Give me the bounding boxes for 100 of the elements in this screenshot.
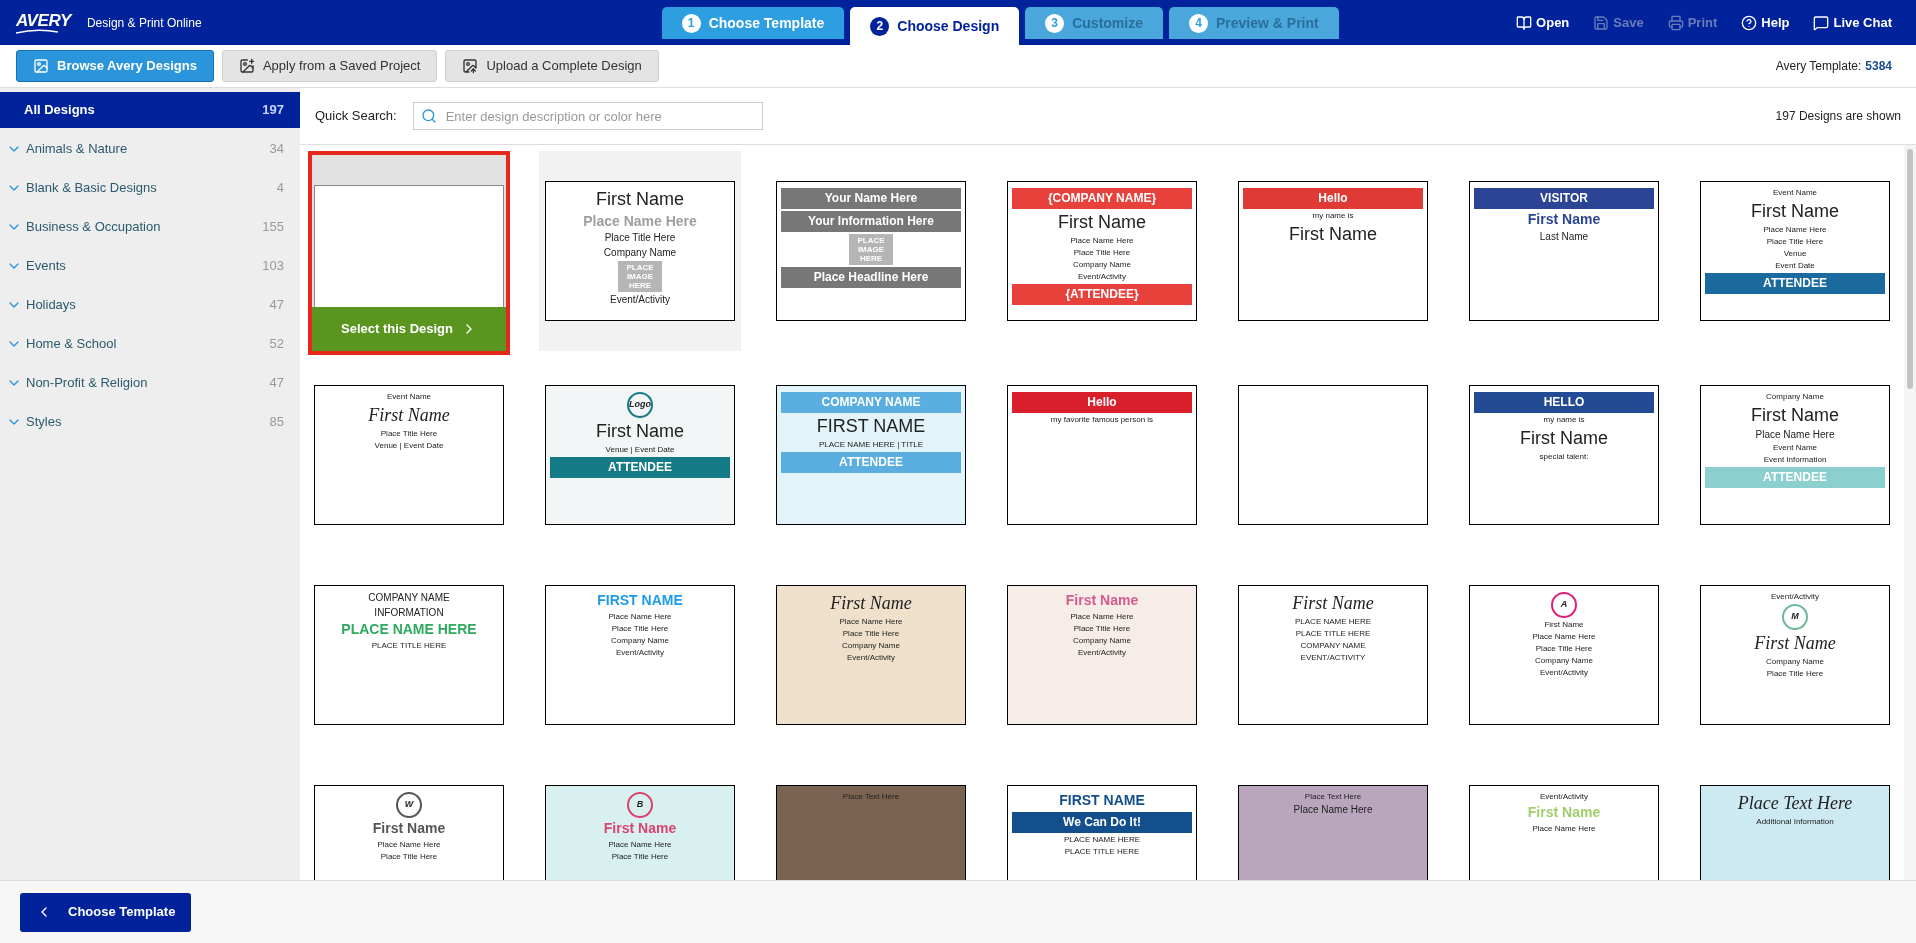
- label-banner: Your Information Here: [781, 211, 961, 232]
- label-banner: Place Headline Here: [781, 267, 961, 288]
- back-button[interactable]: Choose Template: [20, 892, 192, 932]
- toolbar-action[interactable]: Open: [1516, 12, 1570, 33]
- search-label: Quick Search:: [315, 107, 397, 126]
- design-thumbnail[interactable]: B First Name Place Name Here Place Title Here: [545, 785, 735, 880]
- design-thumbnail[interactable]: COMPANY NAME INFORMATION PLACE NAME HERE PLACE TITLE HERE: [314, 585, 504, 725]
- label-banner: {COMPANY NAME}: [1012, 188, 1192, 209]
- label-text: Place Title Here: [1766, 236, 1824, 247]
- label-text: FIRST NAME: [1059, 792, 1145, 810]
- label-text: Event Name: [387, 392, 431, 402]
- category-item[interactable]: Events 103: [0, 248, 300, 284]
- label-text: First Name: [1520, 427, 1608, 450]
- design-thumbnail[interactable]: Event Name First Name Place Name Here Place Title Here Venue Event Date ATTENDEE: [1700, 181, 1890, 321]
- label-text: Place Name Here: [1293, 804, 1373, 817]
- category-item[interactable]: All Designs 197: [0, 92, 300, 128]
- label-text: First Name: [1751, 404, 1839, 427]
- design-thumbnail[interactable]: Company Name First Name Place Name Here Event Name Event Information ATTENDEE: [1700, 385, 1890, 525]
- image-icon: [462, 58, 479, 74]
- design-thumbnail[interactable]: First Name Place Name Here Place Title Here Company Name PLACE IMAGE HERE Event/Activity: [545, 181, 735, 321]
- image-icon: [33, 58, 49, 74]
- category-item[interactable]: Blank & Basic Designs 4: [0, 170, 300, 206]
- category-item[interactable]: Home & School 52: [0, 326, 300, 362]
- label-text: First Name: [830, 592, 912, 615]
- label-text: Place Title Here: [1073, 623, 1131, 634]
- label-text: INFORMATION: [374, 606, 444, 619]
- label-text: Place Name Here: [1532, 823, 1596, 834]
- design-thumbnail[interactable]: Event Name First Name Place Title Here Venue | Event Date: [314, 385, 504, 525]
- toolbar-button[interactable]: Upload a Complete Design: [445, 50, 659, 82]
- label-text: Place Name Here: [1532, 632, 1596, 642]
- label-text: Venue | Event Date: [374, 440, 444, 451]
- step-tab[interactable]: 2 Choose Design: [850, 7, 1020, 45]
- design-thumbnail[interactable]: Logo First Name Venue | Event Date ATTENDEE: [545, 385, 735, 525]
- design-thumbnail[interactable]: HELLO my name is First Name special talent:: [1469, 385, 1659, 525]
- label-text: PLACE TITLE HERE: [1064, 846, 1140, 857]
- category-item[interactable]: Holidays 47: [0, 287, 300, 323]
- template-label: Avery Template:: [1775, 58, 1862, 75]
- label-banner: ATTENDEE: [1705, 272, 1885, 294]
- label-text: EVENT/ACTIVITY: [1300, 652, 1366, 663]
- label-banner: VISITOR: [1474, 188, 1654, 209]
- label-text: First Name: [1058, 211, 1146, 234]
- design-thumbnail[interactable]: Event/Activity First Name Place Name Here: [1469, 785, 1659, 880]
- label-text: Place Text Here: [842, 792, 900, 802]
- design-thumbnail[interactable]: Your Name Here Your Information Here PLACE IMAGE HERE Place Headline Here: [776, 181, 966, 321]
- label-text: Company Name: [1073, 635, 1131, 646]
- chat-icon: [1813, 14, 1830, 31]
- toolbar-action[interactable]: Help: [1741, 12, 1790, 33]
- label-text: PLACE NAME HERE: [1064, 834, 1140, 845]
- label-text: Event/Activity: [616, 647, 664, 658]
- label-text: Event/Activity: [1771, 592, 1819, 602]
- design-thumbnail[interactable]: [1238, 385, 1428, 525]
- label-text: my name is: [1312, 211, 1354, 221]
- label-text: Last Name: [1539, 230, 1589, 243]
- scrollbar[interactable]: [1904, 145, 1916, 880]
- design-thumbnail[interactable]: Hello my favorite famous person is: [1007, 385, 1197, 525]
- label-text: PLACE NAME HERE | TITLE: [818, 439, 924, 450]
- design-card[interactable]: Select this Design: [308, 151, 510, 355]
- book-icon: [1516, 14, 1533, 31]
- category-item[interactable]: Business & Occupation 155: [0, 209, 300, 245]
- design-thumbnail[interactable]: W First Name Place Name Here Place Title Here: [314, 785, 504, 880]
- design-thumbnail[interactable]: First Name PLACE NAME HERE PLACE TITLE HERE COMPANY NAME EVENT/ACTIVITY: [1238, 585, 1428, 725]
- category-item[interactable]: Non-Profit & Religion 47: [0, 365, 300, 401]
- label-text: Event/Activity: [1540, 668, 1588, 678]
- label-text: Place Title Here: [611, 623, 669, 634]
- label-text: my favorite famous person is: [1050, 415, 1154, 425]
- design-thumbnail[interactable]: COMPANY NAME FIRST NAME PLACE NAME HERE | TITLE ATTENDEE: [776, 385, 966, 525]
- label-text: Event/Activity: [1078, 647, 1126, 658]
- label-banner: Your Name Here: [781, 188, 961, 209]
- category-item[interactable]: Styles 85: [0, 404, 300, 440]
- label-text: Company Name: [611, 635, 669, 646]
- label-text: my name is: [1543, 415, 1585, 425]
- category-item[interactable]: Animals & Nature 34: [0, 131, 300, 167]
- design-thumbnail[interactable]: Hello my name is First Name: [1238, 181, 1428, 321]
- image-placeholder: PLACE IMAGE HERE: [849, 234, 893, 265]
- search-field[interactable]: Enter design description or color here: [412, 102, 763, 130]
- label-banner: COMPANY NAME: [781, 392, 961, 413]
- design-card[interactable]: First Name Place Name Here Place Title Here Company Name PLACE IMAGE HERE Event/Activity: [539, 151, 741, 351]
- label-banner: ATTENDEE: [1705, 467, 1885, 488]
- select-design-button[interactable]: Select this Design: [312, 307, 506, 351]
- design-thumbnail[interactable]: {COMPANY NAME} First Name Place Name Here Place Title Here Company Name Event/Activity {ATTENDEE}: [1007, 181, 1197, 321]
- label-text: Event Information: [1763, 455, 1827, 465]
- brand-logo[interactable]: AVERY: [16, 11, 71, 34]
- label-text: Event/Activity: [1078, 271, 1126, 282]
- design-thumbnail[interactable]: A First Name Place Name Here Place Title Here Company Name Event/Activity: [1469, 585, 1659, 725]
- design-thumbnail[interactable]: FIRST NAME Place Name Here Place Title Here Company Name Event/Activity: [545, 585, 735, 725]
- label-text: First Name: [603, 820, 677, 838]
- label-text: Company Name: [842, 640, 900, 651]
- design-thumbnail[interactable]: Event/Activity M First Name Company Name Place Title Here: [1700, 585, 1890, 725]
- toolbar-button[interactable]: Apply from a Saved Project: [221, 50, 438, 82]
- design-thumbnail[interactable]: Place Text Here Place Name Here: [1238, 785, 1428, 880]
- label-text: Company Name: [1766, 392, 1824, 402]
- design-thumbnail[interactable]: VISITOR First Name Last Name: [1469, 181, 1659, 321]
- label-text: COMPANY NAME: [368, 592, 450, 605]
- label-text: Event Name: [1773, 188, 1817, 198]
- design-thumbnail[interactable]: First Name Place Name Here Place Title Here Company Name Event/Activity: [1007, 585, 1197, 725]
- toolbar-action[interactable]: Live Chat: [1813, 12, 1892, 33]
- design-thumbnail[interactable]: Place Text Here Additional Information: [1700, 785, 1890, 880]
- design-thumbnail[interactable]: First Name Place Name Here Place Title Here Company Name Event/Activity: [776, 585, 966, 725]
- label-text: Place Name Here: [377, 839, 441, 850]
- design-thumbnail[interactable]: FIRST NAME We Can Do It! PLACE NAME HERE PLACE TITLE HERE: [1007, 785, 1197, 880]
